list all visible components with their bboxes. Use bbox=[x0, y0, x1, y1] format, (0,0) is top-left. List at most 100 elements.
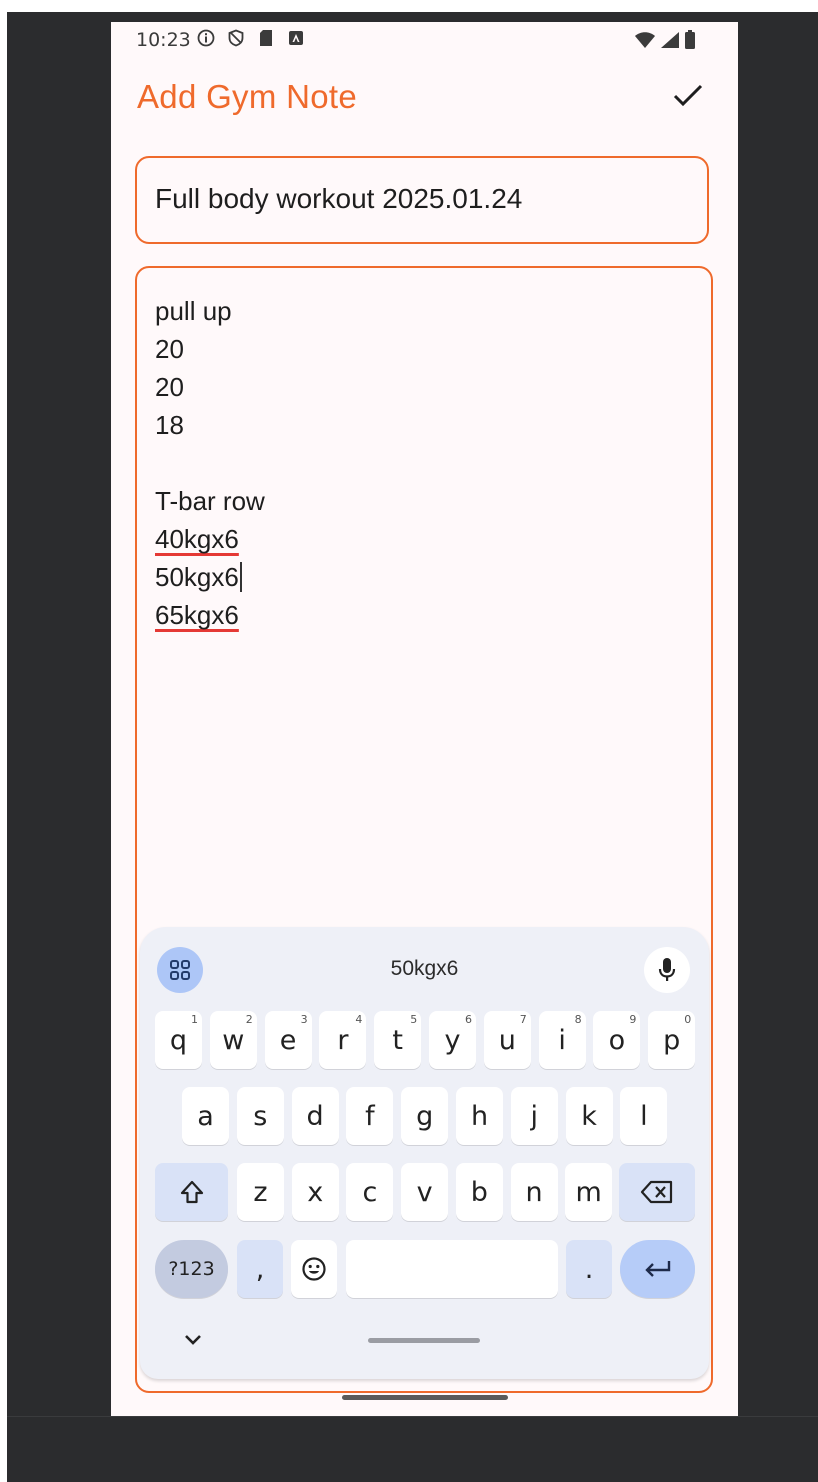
battery-icon bbox=[684, 30, 696, 54]
key-label: o bbox=[608, 1024, 626, 1056]
key-k[interactable]: k bbox=[565, 1087, 613, 1145]
note-title-value: Full body workout 2025.01.24 bbox=[155, 183, 523, 214]
key-b[interactable]: b bbox=[455, 1163, 503, 1221]
suggestion-strip[interactable]: 50kgx6 bbox=[140, 957, 709, 981]
key-label: m bbox=[575, 1176, 602, 1208]
key-hint: 4 bbox=[355, 1013, 363, 1026]
key-label: i bbox=[558, 1024, 566, 1056]
key-j[interactable]: j bbox=[510, 1087, 558, 1145]
key-f[interactable]: f bbox=[346, 1087, 394, 1145]
key-g[interactable]: g bbox=[401, 1087, 449, 1145]
key-hint: 0 bbox=[684, 1013, 692, 1026]
note-title-field[interactable]: Full body workout 2025.01.24 bbox=[135, 156, 709, 244]
key-u[interactable]: u7 bbox=[483, 1011, 531, 1069]
key-r[interactable]: r4 bbox=[319, 1011, 367, 1069]
period-key[interactable]: . bbox=[566, 1240, 612, 1298]
shift-icon bbox=[180, 1180, 203, 1204]
key-label: z bbox=[253, 1176, 268, 1208]
key-t[interactable]: t5 bbox=[374, 1011, 422, 1069]
keyboard-apps-button[interactable] bbox=[157, 947, 203, 993]
sd-card-icon bbox=[257, 29, 275, 47]
body-line-text: 18 bbox=[155, 410, 184, 440]
key-label: k bbox=[581, 1100, 597, 1132]
text-cursor bbox=[239, 562, 242, 592]
note-body-line: 65kgx6 bbox=[155, 596, 265, 634]
misspelled-word: 40kgx6 bbox=[155, 524, 239, 554]
page-title: Add Gym Note bbox=[137, 78, 358, 115]
save-button[interactable] bbox=[666, 74, 710, 118]
key-w[interactable]: w2 bbox=[209, 1011, 257, 1069]
comma-key[interactable]: , bbox=[237, 1240, 283, 1298]
note-body-line: 40kgx6 bbox=[155, 520, 265, 558]
key-label: t bbox=[392, 1024, 403, 1056]
info-icon bbox=[197, 29, 215, 47]
shield-icon bbox=[227, 29, 245, 47]
body-line-text: pull up bbox=[155, 296, 232, 326]
note-body-line: 20 bbox=[155, 368, 265, 406]
key-l[interactable]: l bbox=[620, 1087, 668, 1145]
key-p[interactable]: p0 bbox=[648, 1011, 696, 1069]
emoji-key[interactable] bbox=[291, 1240, 337, 1298]
app-icon bbox=[287, 29, 305, 47]
key-a[interactable]: a bbox=[182, 1087, 229, 1145]
key-label: p bbox=[663, 1024, 681, 1056]
chevron-down-icon bbox=[185, 1335, 201, 1345]
enter-icon bbox=[644, 1261, 670, 1277]
key-hint: 7 bbox=[519, 1013, 527, 1026]
voice-input-button[interactable] bbox=[644, 947, 690, 993]
key-n[interactable]: n bbox=[510, 1163, 558, 1221]
key-h[interactable]: h bbox=[456, 1087, 503, 1145]
space-key[interactable] bbox=[346, 1240, 558, 1298]
key-label: a bbox=[197, 1100, 214, 1132]
symbols-key[interactable]: ?123 bbox=[155, 1240, 228, 1298]
enter-key[interactable] bbox=[620, 1240, 695, 1298]
shift-key[interactable] bbox=[155, 1163, 228, 1221]
keyboard-drag-handle[interactable] bbox=[368, 1338, 480, 1343]
note-body-line: 20 bbox=[155, 330, 265, 368]
grid-icon bbox=[170, 960, 190, 980]
home-gesture-bar[interactable] bbox=[342, 1395, 508, 1400]
note-body-line: 18 bbox=[155, 406, 265, 444]
key-y[interactable]: y6 bbox=[429, 1011, 476, 1069]
key-c[interactable]: c bbox=[346, 1163, 394, 1221]
key-label: v bbox=[416, 1176, 433, 1208]
key-label: d bbox=[306, 1100, 324, 1132]
status-left-icons bbox=[197, 29, 305, 47]
soft-keyboard: 50kgx6 ?123 , . q 1 w 2 e 3 r 4 t 5 y 6 … bbox=[140, 927, 709, 1379]
note-body-line bbox=[155, 444, 265, 482]
key-hint: 3 bbox=[300, 1013, 308, 1026]
frame-left-strip bbox=[0, 0, 7, 1481]
key-label: q bbox=[169, 1024, 188, 1056]
frame-bottom-bar bbox=[7, 1416, 818, 1482]
note-body-line: pull up bbox=[155, 292, 265, 330]
key-label: u bbox=[498, 1024, 516, 1056]
status-time: 10:23 bbox=[136, 29, 191, 51]
key-d[interactable]: d bbox=[291, 1087, 339, 1145]
key-s[interactable]: s bbox=[236, 1087, 284, 1145]
key-v[interactable]: v bbox=[401, 1163, 449, 1221]
key-hint: 2 bbox=[245, 1013, 253, 1026]
suggestion-word[interactable]: 50kgx6 bbox=[391, 957, 459, 980]
key-hint: 6 bbox=[465, 1013, 472, 1026]
key-label: h bbox=[470, 1100, 489, 1132]
key-q[interactable]: q1 bbox=[155, 1011, 202, 1069]
key-m[interactable]: m bbox=[565, 1163, 613, 1221]
hide-keyboard-button[interactable] bbox=[178, 1325, 208, 1355]
key-label: y bbox=[444, 1024, 461, 1056]
key-label: r bbox=[337, 1024, 349, 1056]
key-label: n bbox=[525, 1176, 543, 1208]
note-body-line: T-bar row bbox=[155, 482, 265, 520]
key-hint: 1 bbox=[191, 1013, 198, 1026]
key-label: x bbox=[307, 1176, 324, 1208]
key-x[interactable]: x bbox=[291, 1163, 339, 1221]
check-icon bbox=[673, 84, 703, 107]
key-z[interactable]: z bbox=[237, 1163, 284, 1221]
key-i[interactable]: i8 bbox=[538, 1011, 586, 1069]
key-e[interactable]: e3 bbox=[264, 1011, 312, 1069]
signal-icon bbox=[660, 31, 680, 53]
body-line-text: 20 bbox=[155, 334, 184, 364]
backspace-key[interactable] bbox=[619, 1163, 695, 1221]
key-o[interactable]: o9 bbox=[593, 1011, 641, 1069]
wifi-icon bbox=[634, 31, 656, 53]
key-label: c bbox=[362, 1176, 378, 1208]
